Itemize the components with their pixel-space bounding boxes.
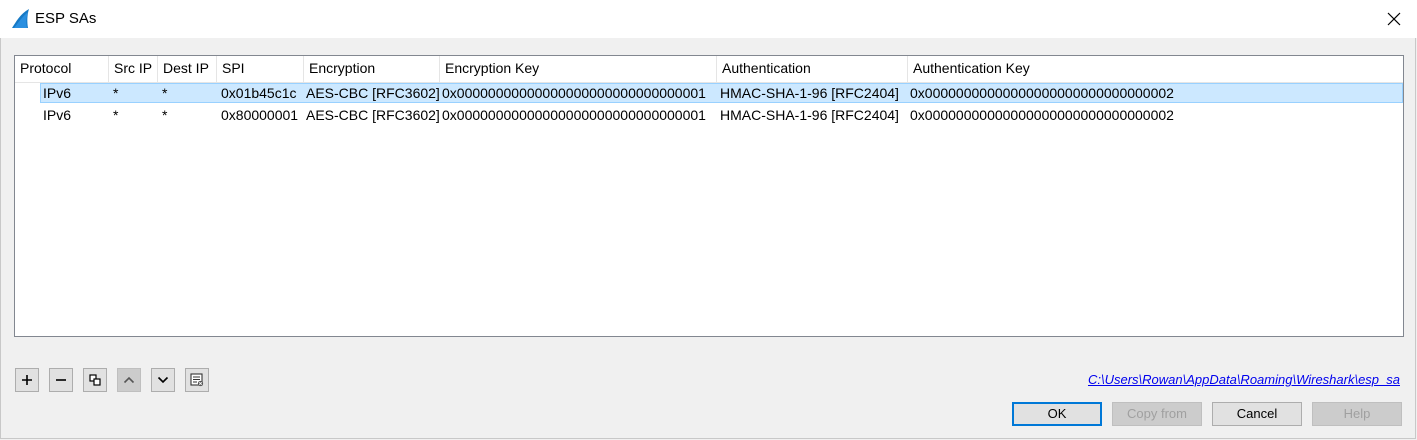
window-title: ESP SAs (35, 10, 97, 27)
cell-dest-ip[interactable]: * (158, 105, 167, 126)
column-header-spi[interactable]: SPI (217, 56, 304, 82)
arrow-down-icon (157, 376, 169, 384)
cell-authentication[interactable]: HMAC-SHA-1-96 [RFC2404] (716, 83, 899, 104)
column-header-protocol[interactable]: Protocol (15, 56, 109, 82)
add-button[interactable] (15, 368, 39, 392)
file-path-link[interactable]: C:\Users\Rowan\AppData\Roaming\Wireshark… (1088, 372, 1400, 387)
cell-dest-ip[interactable]: * (158, 83, 167, 104)
cell-encryption-key[interactable]: 0x00000000000000000000000000000001 (438, 105, 706, 126)
table-row[interactable]: IPv6 * * 0x80000001 AES-CBC [RFC3602] 0x… (15, 105, 1403, 126)
column-header-authentication-key[interactable]: Authentication Key (908, 56, 1403, 82)
table-row[interactable]: IPv6 * * 0x01b45c1c AES-CBC [RFC3602] 0x… (15, 83, 1403, 104)
cell-authentication-key[interactable]: 0x00000000000000000000000000000002 (906, 105, 1174, 126)
ok-button[interactable]: OK (1012, 402, 1102, 426)
help-button[interactable]: Help (1312, 402, 1402, 426)
close-button[interactable] (1371, 0, 1417, 38)
cell-encryption[interactable]: AES-CBC [RFC3602] (302, 105, 440, 126)
copy-icon (89, 374, 101, 386)
cell-spi[interactable]: 0x80000001 (217, 105, 298, 126)
esp-sa-table[interactable]: Protocol Src IP Dest IP SPI Encryption E… (14, 55, 1404, 337)
cell-protocol[interactable]: IPv6 (39, 105, 71, 126)
cell-authentication-key[interactable]: 0x00000000000000000000000000000002 (906, 83, 1174, 104)
cell-src-ip[interactable]: * (109, 83, 118, 104)
remove-button[interactable] (49, 368, 73, 392)
cell-protocol[interactable]: IPv6 (39, 83, 71, 104)
cancel-button[interactable]: Cancel (1212, 402, 1302, 426)
cell-authentication[interactable]: HMAC-SHA-1-96 [RFC2404] (716, 105, 899, 126)
copy-from-button[interactable]: Copy from (1112, 402, 1202, 426)
column-header-src-ip[interactable]: Src IP (109, 56, 158, 82)
cell-encryption[interactable]: AES-CBC [RFC3602] (302, 83, 440, 104)
column-header-encryption[interactable]: Encryption (304, 56, 440, 82)
move-down-button[interactable] (151, 368, 175, 392)
title-bar: ESP SAs (0, 0, 1417, 38)
column-header-encryption-key[interactable]: Encryption Key (440, 56, 717, 82)
column-header-authentication[interactable]: Authentication (717, 56, 908, 82)
clear-icon (190, 373, 204, 387)
clear-button[interactable] (185, 368, 209, 392)
arrow-up-icon (123, 376, 135, 384)
cell-spi[interactable]: 0x01b45c1c (217, 83, 297, 104)
column-header-dest-ip[interactable]: Dest IP (158, 56, 217, 82)
move-up-button[interactable] (117, 368, 141, 392)
plus-icon (22, 375, 32, 385)
cell-encryption-key[interactable]: 0x00000000000000000000000000000001 (438, 83, 706, 104)
table-header: Protocol Src IP Dest IP SPI Encryption E… (15, 56, 1403, 83)
minus-icon (56, 379, 66, 381)
close-icon (1387, 12, 1401, 26)
copy-button[interactable] (83, 368, 107, 392)
cell-src-ip[interactable]: * (109, 105, 118, 126)
wireshark-fin-icon (10, 8, 32, 30)
